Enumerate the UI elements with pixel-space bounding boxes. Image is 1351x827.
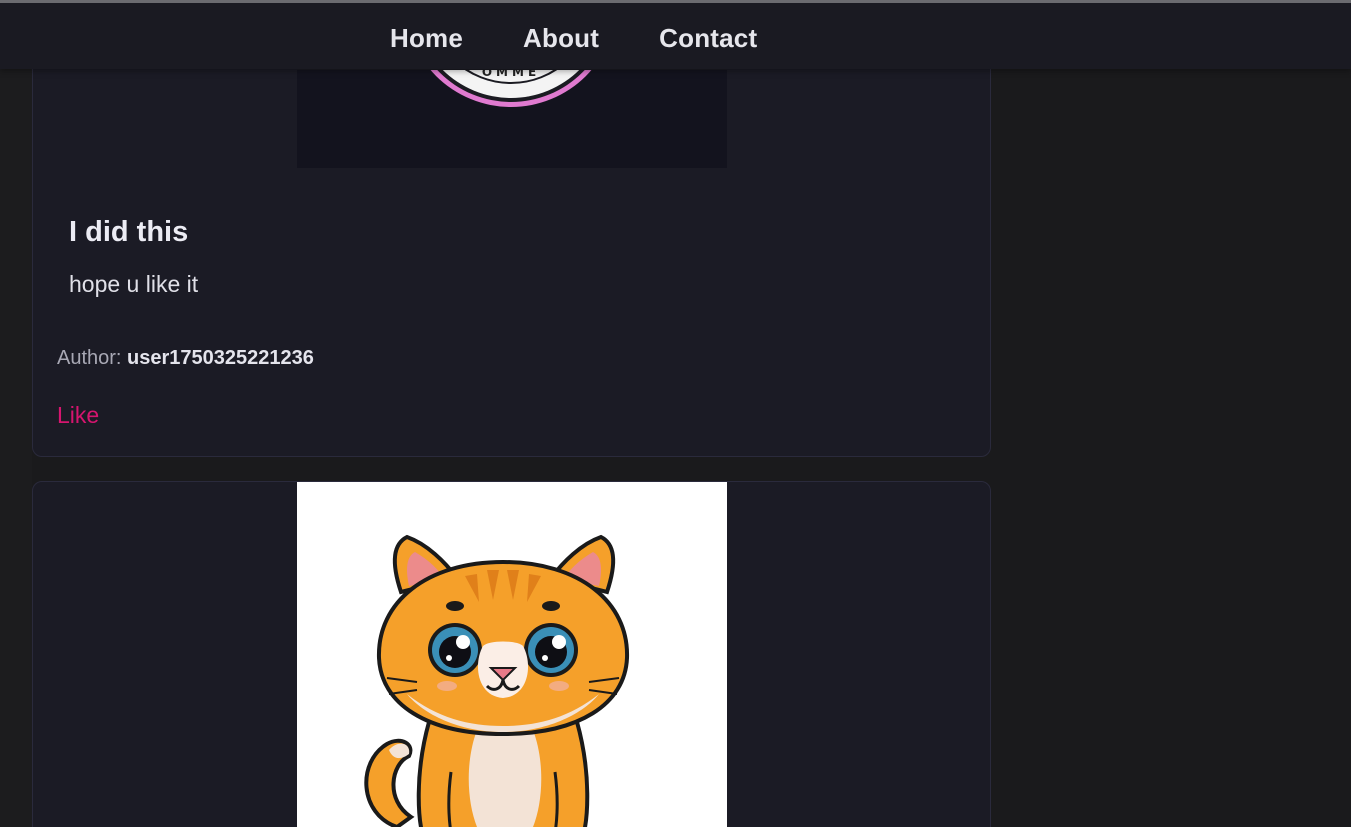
author-name[interactable]: user1750325221236 [127,347,314,369]
orange-cat-illustration [297,482,727,827]
nav-link-contact[interactable]: Contact [659,23,757,54]
page: Home About Contact OMME I did this hope … [0,0,1351,827]
post-image [297,482,727,827]
post-author: Author: user1750325221236 [57,347,314,370]
post-card [32,481,991,827]
nav-link-about[interactable]: About [523,23,599,54]
post-card: OMME I did this hope u like it Author: u… [32,20,991,457]
nav-link-home[interactable]: Home [390,23,463,54]
left-gutter [0,69,32,827]
post-title: I did this [69,216,189,248]
top-navbar: Home About Contact [0,3,1351,69]
author-label: Author: [57,347,122,369]
nav-links: Home About Contact [390,23,757,54]
like-button[interactable]: Like [57,402,99,429]
window-top-border [0,0,1351,3]
post-body: hope u like it [69,271,199,297]
